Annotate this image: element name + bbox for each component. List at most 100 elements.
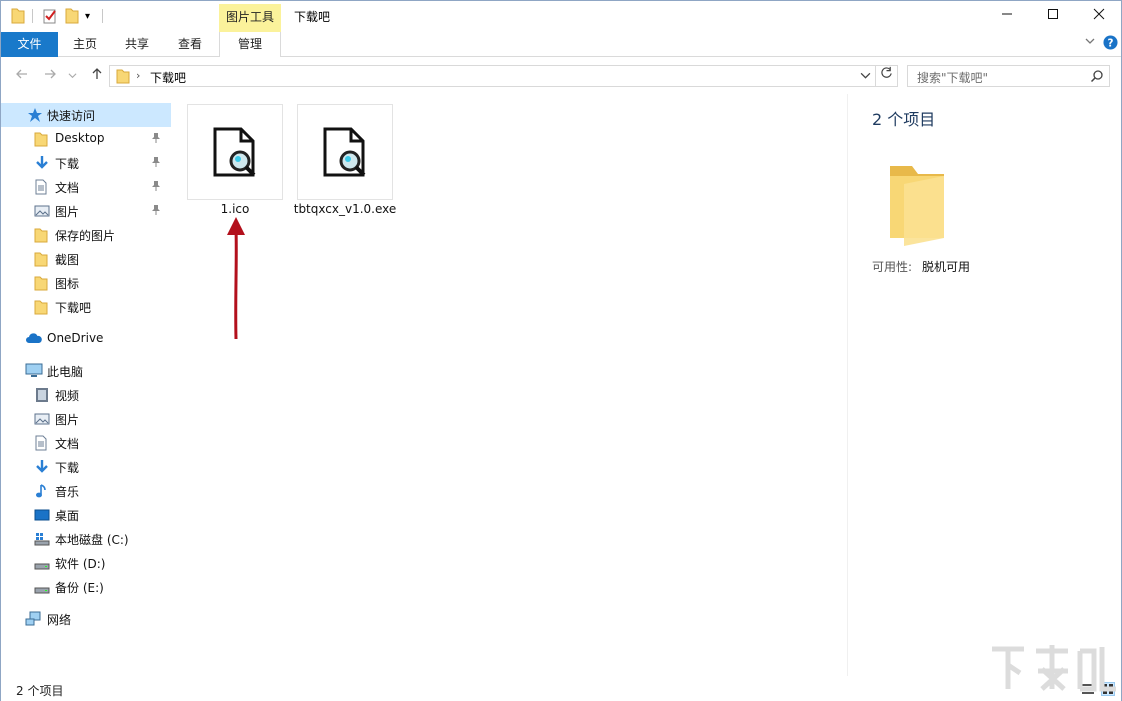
nav-item[interactable]: 文档 — [1, 175, 171, 199]
nav-onedrive[interactable]: OneDrive — [1, 327, 171, 351]
tab-manage[interactable]: 管理 — [219, 32, 281, 57]
folder-icon — [34, 251, 50, 267]
address-bar[interactable]: › 下载吧 — [109, 65, 876, 87]
system-drive-icon — [34, 531, 50, 547]
help-icon[interactable]: ? — [1103, 35, 1118, 53]
nav-item[interactable]: 保存的图片 — [1, 223, 171, 247]
search-icon[interactable] — [1090, 69, 1104, 86]
star-icon — [27, 107, 43, 123]
nav-network[interactable]: 网络 — [1, 607, 171, 631]
properties-icon[interactable] — [42, 7, 58, 27]
pin-icon[interactable] — [151, 156, 161, 170]
nav-this-pc[interactable]: 此电脑 — [1, 359, 171, 383]
pictures-icon — [34, 203, 50, 219]
nav-label: 网络 — [47, 613, 72, 627]
nav-item[interactable]: 音乐 — [1, 479, 171, 503]
exe-file-icon — [323, 127, 366, 177]
nav-label: 音乐 — [55, 485, 80, 499]
minimize-button[interactable] — [984, 1, 1030, 31]
close-icon — [1093, 8, 1105, 20]
folder-icon — [34, 227, 50, 243]
nav-item[interactable]: 下载 — [1, 455, 171, 479]
nav-label: 下载吧 — [55, 301, 92, 315]
nav-label: 截图 — [55, 253, 80, 267]
chevron-down-icon — [68, 73, 76, 79]
explorer-window: ▾ 图片工具 下载吧 文件 主页 共享 查看 管理 ? › 下载吧 搜索"下载吧… — [0, 0, 1122, 701]
nav-item[interactable]: Desktop — [1, 127, 171, 151]
nav-item[interactable]: 桌面 — [1, 503, 171, 527]
navigation-pane: 快速访问 Desktop 下载 文档 图片 保存的图片 截图 图标 下载吧 OneDrive … — [1, 101, 171, 676]
ribbon-tabs: 文件 主页 共享 查看 管理 ? — [1, 32, 1121, 57]
navigation-bar: › 下载吧 搜索"下载吧" — [1, 58, 1121, 94]
breadcrumb-chevron-icon[interactable]: › — [136, 69, 140, 82]
refresh-button[interactable] — [876, 65, 898, 87]
nav-label: 图标 — [55, 277, 80, 291]
nav-item[interactable]: 图片 — [1, 407, 171, 431]
customize-toolbar-icon[interactable]: ▾ — [85, 7, 90, 27]
tab-file[interactable]: 文件 — [1, 32, 58, 57]
pictures-icon — [34, 411, 50, 427]
nav-label: 图片 — [55, 413, 80, 427]
nav-item[interactable]: 软件 (D:) — [1, 551, 171, 575]
tab-share[interactable]: 共享 — [119, 32, 155, 57]
pin-icon[interactable] — [151, 132, 161, 146]
folder-icon — [34, 275, 50, 291]
drive-icon — [34, 579, 50, 595]
nav-label: 图片 — [55, 205, 80, 219]
download-icon — [34, 459, 50, 475]
availability-label: 可用性: — [872, 260, 913, 274]
nav-item[interactable]: 图标 — [1, 271, 171, 295]
close-button[interactable] — [1076, 1, 1122, 31]
pin-icon[interactable] — [151, 204, 161, 218]
search-box[interactable]: 搜索"下载吧" — [907, 65, 1110, 87]
new-folder-icon[interactable] — [65, 7, 79, 27]
nav-label: 快速访问 — [47, 109, 96, 123]
nav-label: 本地磁盘 (C:) — [55, 533, 129, 547]
nav-item[interactable]: 备份 (E:) — [1, 575, 171, 599]
nav-label: 文档 — [55, 437, 80, 451]
nav-item[interactable]: 本地磁盘 (C:) — [1, 527, 171, 551]
file-item[interactable]: tbtqxcx_v1.0.exe — [294, 104, 396, 224]
qa-separator — [32, 9, 33, 23]
nav-label: Desktop — [55, 131, 105, 145]
folder-icon — [34, 131, 50, 147]
breadcrumb-item[interactable]: 下载吧 — [150, 69, 186, 86]
nav-item[interactable]: 下载吧 — [1, 295, 171, 319]
tab-home[interactable]: 主页 — [67, 32, 103, 57]
music-icon — [34, 483, 50, 499]
tab-view[interactable]: 查看 — [172, 32, 208, 57]
document-icon — [34, 435, 50, 451]
nav-label: 备份 (E:) — [55, 581, 104, 595]
address-dropdown-icon[interactable] — [860, 70, 871, 84]
up-button[interactable] — [88, 67, 106, 85]
nav-item[interactable]: 文档 — [1, 431, 171, 455]
nav-label: 下载 — [55, 157, 80, 171]
refresh-icon — [881, 66, 892, 78]
nav-quick-access[interactable]: 快速访问 — [1, 103, 171, 127]
pin-icon[interactable] — [151, 180, 161, 194]
search-input[interactable]: 搜索"下载吧" — [917, 69, 988, 86]
folder-icon — [116, 68, 130, 87]
network-icon — [25, 611, 41, 627]
back-arrow-icon — [16, 69, 27, 79]
annotation-arrow-icon — [227, 217, 245, 340]
nav-item[interactable]: 视频 — [1, 383, 171, 407]
expand-ribbon-icon[interactable] — [1084, 35, 1096, 53]
back-button[interactable] — [13, 67, 31, 85]
details-item-count: 2 个项目 — [872, 110, 936, 129]
qa-separator — [102, 9, 103, 23]
maximize-icon — [1048, 9, 1058, 19]
nav-label: 保存的图片 — [55, 229, 116, 243]
nav-item[interactable]: 下载 — [1, 151, 171, 175]
maximize-button[interactable] — [1030, 1, 1076, 31]
recent-locations-button[interactable] — [65, 67, 79, 85]
nav-item[interactable]: 截图 — [1, 247, 171, 271]
watermark-logo-icon — [992, 645, 1116, 692]
forward-arrow-icon — [45, 69, 56, 79]
file-thumbnail — [187, 104, 283, 200]
forward-button[interactable] — [41, 67, 59, 85]
nav-item[interactable]: 图片 — [1, 199, 171, 223]
file-item[interactable]: 1.ico — [187, 104, 283, 224]
file-thumbnail — [297, 104, 393, 200]
nav-label: 软件 (D:) — [55, 557, 106, 571]
